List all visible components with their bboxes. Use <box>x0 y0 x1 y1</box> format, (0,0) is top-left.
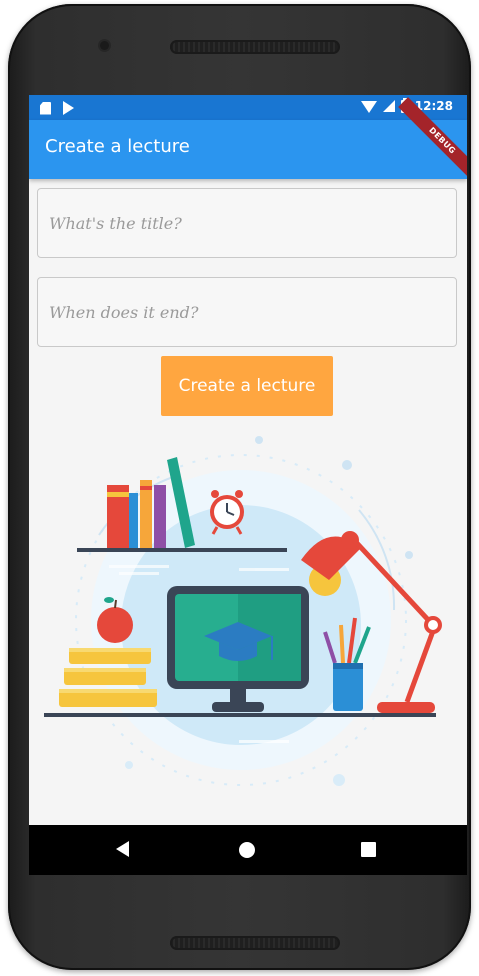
front-camera <box>100 41 109 50</box>
home-icon[interactable] <box>239 842 255 858</box>
top-shelf <box>77 548 287 552</box>
navigation-bar <box>29 825 467 875</box>
book-stack <box>59 648 157 707</box>
bottom-speaker <box>170 936 340 950</box>
title-input[interactable] <box>38 189 456 257</box>
desk-education-illustration <box>44 436 442 786</box>
alarm-clock-icon <box>210 490 244 535</box>
wifi-icon <box>360 101 377 113</box>
end-date-field[interactable] <box>37 277 457 347</box>
back-icon[interactable] <box>116 841 129 857</box>
sim-card-icon <box>40 101 51 115</box>
create-lecture-button[interactable]: Create a lecture <box>161 356 333 416</box>
desk-surface <box>44 713 436 717</box>
app-screen: 12:28 Create a lecture DEBUG Create a le… <box>29 95 467 875</box>
recents-icon[interactable] <box>361 842 376 857</box>
cell-signal-icon <box>382 100 395 112</box>
app-bar: Create a lecture DEBUG <box>29 97 467 185</box>
end-date-input[interactable] <box>38 278 456 346</box>
top-speaker <box>170 40 340 54</box>
page-title: Create a lecture <box>45 136 190 157</box>
title-field[interactable] <box>37 188 457 258</box>
play-store-icon <box>63 101 74 115</box>
